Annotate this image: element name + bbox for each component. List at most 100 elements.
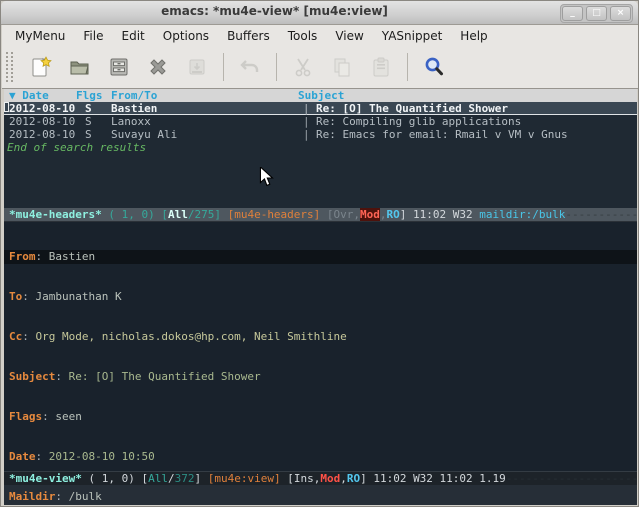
toolbar-drag-handle[interactable]: [6, 52, 13, 82]
titlebar[interactable]: emacs: *mu4e-view* [mu4e:view] _ □ ×: [1, 1, 638, 25]
field-label: Date: [9, 450, 36, 463]
modeline-query: All: [168, 208, 188, 221]
row-from: Bastien: [111, 102, 157, 115]
mu4e-headers-window: ▼ Date Flgs From/To Subject 2012-08-10 S…: [4, 89, 637, 208]
modeline-fill: ------------------------: [506, 472, 637, 485]
row-flags: S: [85, 128, 92, 141]
modeline-major-mode: [mu4e-headers]: [228, 208, 321, 221]
modeline-text: [: [161, 208, 168, 221]
headers-column-row: ▼ Date Flgs From/To Subject: [4, 89, 637, 102]
field-maildir: Maildir: /bulk: [4, 490, 637, 504]
menu-item-buffers[interactable]: Buffers: [218, 27, 279, 45]
row-flags: S: [85, 102, 92, 115]
field-value: seen: [55, 410, 82, 423]
field-value: /bulk: [69, 490, 102, 503]
end-of-search-results: End of search results: [4, 141, 637, 154]
copy-icon[interactable]: [329, 54, 355, 80]
field-colon: :: [42, 410, 55, 423]
modeline-text: ]: [194, 472, 207, 485]
menu-item-tools[interactable]: Tools: [279, 27, 327, 45]
modeline-text: [: [287, 472, 294, 485]
modeline-text: ]: [400, 208, 413, 221]
message-row[interactable]: 2012-08-10 S Lanoxx | Re: Compiling glib…: [4, 115, 637, 128]
modeline-fill: --------------------: [565, 208, 637, 221]
row-subject: Re: Emacs for email: Rmail v VM v Gnus: [316, 128, 568, 141]
field-from: From: Bastien: [4, 250, 637, 264]
column-header-subject[interactable]: Subject: [298, 89, 344, 102]
undo-icon[interactable]: [237, 54, 263, 80]
modeline-position: ( 1, 0): [102, 208, 162, 221]
emacs-frame: ▼ Date Flgs From/To Subject 2012-08-10 S…: [4, 89, 637, 505]
search-icon[interactable]: [421, 54, 447, 80]
maximize-button[interactable]: □: [586, 6, 607, 21]
menu-item-mymenu[interactable]: MyMenu: [6, 27, 74, 45]
delete-icon[interactable]: [145, 54, 171, 80]
toolbar-separator: [407, 53, 408, 81]
field-to: To: Jambunathan K: [4, 290, 637, 304]
field-value: 2012-08-10 10:50: [49, 450, 155, 463]
toolbar-separator: [276, 53, 277, 81]
modeline-text: [: [327, 208, 334, 221]
column-header-flags[interactable]: Flgs: [76, 89, 103, 102]
field-colon: :: [22, 330, 35, 343]
field-cc: Cc: Org Mode, nicholas.dokos@hp.com, Nei…: [4, 330, 637, 344]
modeline-count: 372: [175, 472, 195, 485]
field-label: To: [9, 290, 22, 303]
menu-item-file[interactable]: File: [74, 27, 112, 45]
column-header-date[interactable]: ▼ Date: [9, 89, 49, 102]
open-folder-icon[interactable]: [67, 54, 93, 80]
field-value: Re: [O] The Quantified Shower: [69, 370, 261, 383]
save-as-icon[interactable]: [184, 54, 210, 80]
modeline-text: ]: [214, 208, 227, 221]
field-value: Org Mode, nicholas.dokos@hp.com, Neil Sm…: [36, 330, 347, 343]
paste-icon[interactable]: [368, 54, 394, 80]
cut-icon[interactable]: [290, 54, 316, 80]
modeline-text: /: [168, 472, 175, 485]
field-value: Jambunathan K: [36, 290, 122, 303]
modeline-ins-flag: Ins,: [294, 472, 321, 485]
mouse-pointer: [257, 167, 275, 191]
new-file-icon[interactable]: [28, 54, 54, 80]
row-from: Suvayu Ali: [111, 128, 177, 141]
window-controls: _ □ ×: [560, 4, 633, 23]
row-from: Lanoxx: [111, 115, 151, 128]
field-colon: :: [55, 490, 68, 503]
modeline-query: All: [148, 472, 168, 485]
minimize-button[interactable]: _: [562, 6, 583, 21]
menu-item-options[interactable]: Options: [154, 27, 218, 45]
menu-item-view[interactable]: View: [326, 27, 372, 45]
modeline-ro-flag: RO: [347, 472, 360, 485]
modeline-mu4e-headers: *mu4e-headers* ( 1, 0) [All/275] [mu4e-h…: [4, 208, 637, 222]
menu-item-edit[interactable]: Edit: [113, 27, 154, 45]
row-date: 2012-08-10: [9, 102, 75, 115]
save-icon[interactable]: [106, 54, 132, 80]
row-flags: S: [85, 115, 92, 128]
modeline-mu4e-view: *mu4e-view* ( 1, 0) [ All/372] [mu4e:view…: [4, 471, 637, 485]
modeline-major-mode: [mu4e:view]: [208, 472, 281, 485]
field-colon: :: [36, 250, 49, 263]
field-label: Cc: [9, 330, 22, 343]
field-colon: :: [55, 370, 68, 383]
field-flags: Flags: seen: [4, 410, 637, 424]
menu-item-help[interactable]: Help: [451, 27, 496, 45]
menu-bar: MyMenu File Edit Options Buffers Tools V…: [2, 25, 639, 46]
thread-mark: |: [303, 128, 310, 141]
mu4e-view-window: From: Bastien To: Jambunathan K Cc: Org …: [4, 222, 637, 471]
field-date: Date: 2012-08-10 10:50: [4, 450, 637, 464]
field-label: Flags: [9, 410, 42, 423]
message-row-selected[interactable]: 2012-08-10 S Bastien | Re: [O] The Quant…: [4, 102, 637, 115]
column-header-from[interactable]: From/To: [111, 89, 157, 102]
window-title: emacs: *mu4e-view* [mu4e:view]: [1, 4, 548, 18]
field-label: From: [9, 250, 36, 263]
modeline-buffer-name: *mu4e-view*: [9, 472, 82, 485]
field-colon: :: [36, 450, 49, 463]
close-button[interactable]: ×: [610, 6, 631, 21]
menu-item-yasnippet[interactable]: YASnippet: [373, 27, 452, 45]
modeline-position: ( 1, 0): [82, 472, 142, 485]
field-label: Maildir: [9, 490, 55, 503]
modeline-text: [320, 208, 327, 221]
modeline-text: ,: [380, 208, 387, 221]
field-label: Subject: [9, 370, 55, 383]
toolbar-separator: [223, 53, 224, 81]
message-row[interactable]: 2012-08-10 S Suvayu Ali | Re: Emacs for …: [4, 128, 637, 141]
